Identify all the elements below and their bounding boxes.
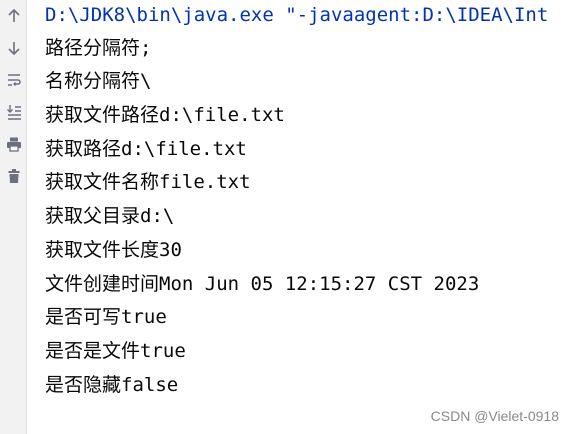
output-line: 获取文件名称file.txt: [45, 171, 251, 193]
output-line: 获取文件长度30: [45, 239, 182, 261]
output-line: 名称分隔符\: [45, 70, 152, 92]
output-line: 是否隐藏false: [45, 374, 179, 396]
output-line: 获取路径d:\file.txt: [45, 138, 247, 160]
output-line: 文件创建时间Mon Jun 05 12:15:27 CST 2023: [45, 273, 480, 295]
arrow-down-icon[interactable]: [0, 34, 27, 62]
output-line: 获取文件路径d:\file.txt: [45, 104, 285, 126]
console-toolbar: [0, 0, 27, 434]
output-line: 路径分隔符;: [45, 37, 152, 59]
run-console-window: D:\JDK8\bin\java.exe "-javaagent:D:\IDEA…: [0, 0, 573, 434]
console-output[interactable]: D:\JDK8\bin\java.exe "-javaagent:D:\IDEA…: [45, 0, 573, 434]
watermark: CSDN @Vielet-0918: [430, 408, 559, 424]
output-line: 是否可写true: [45, 306, 167, 328]
output-line: 是否是文件true: [45, 340, 186, 362]
arrow-up-icon[interactable]: [0, 2, 27, 30]
soft-wrap-icon[interactable]: [0, 66, 27, 94]
command-line: D:\JDK8\bin\java.exe "-javaagent:D:\IDEA…: [45, 4, 549, 26]
output-line: 获取父目录d:\: [45, 205, 175, 227]
print-icon[interactable]: [0, 130, 27, 158]
scroll-to-end-icon[interactable]: [0, 98, 27, 126]
trash-icon[interactable]: [0, 162, 27, 190]
